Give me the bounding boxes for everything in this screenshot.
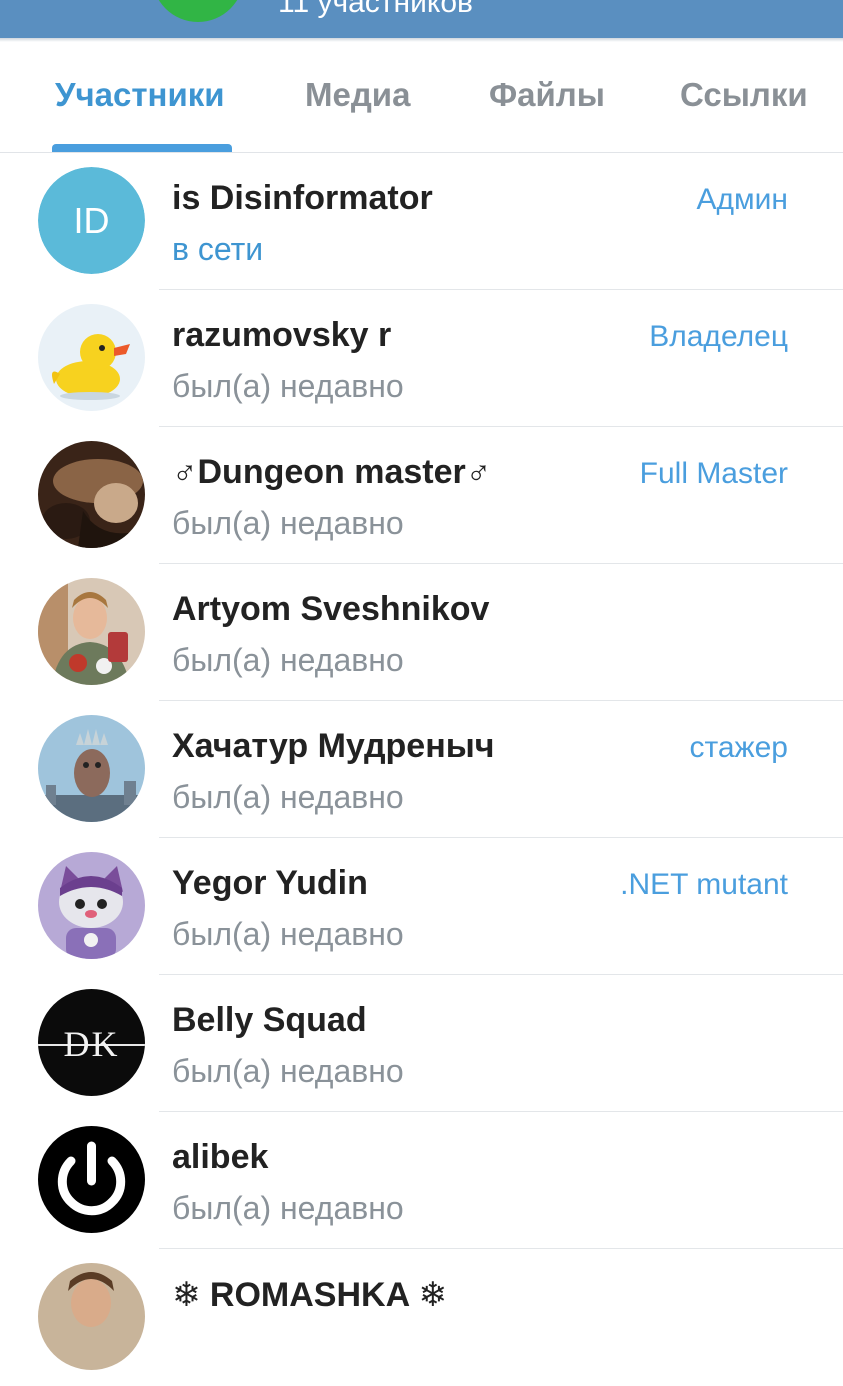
group-avatar[interactable] [152,0,244,22]
dk-logo-avatar: DK [38,989,145,1096]
member-status: был(а) недавно [172,642,404,678]
photo-avatar [38,715,145,822]
active-tab-indicator [52,144,232,152]
member-list: ID is Disinformator в сети Админ razumov… [0,153,843,1386]
avatar-initials: ID [38,167,145,274]
photo-avatar [38,578,145,685]
avatar[interactable] [38,304,145,411]
member-role: Владелец [649,320,788,353]
tab-members[interactable]: Участники [55,76,225,114]
member-name: ♂Dungeon master♂ [172,453,492,491]
member-role: стажер [689,731,788,764]
tab-links[interactable]: Ссылки [680,76,808,114]
avatar[interactable]: ID [38,167,145,274]
member-count: 11 участников [278,0,473,19]
member-status: был(а) недавно [172,368,404,404]
member-name: ❄ ROMASHKA ❄ [172,1276,447,1314]
member-status: был(а) недавно [172,916,404,952]
member-row[interactable]: alibek был(а) недавно [0,1112,843,1249]
member-name: is Disinformator [172,179,433,217]
rubber-duck-icon [38,304,145,411]
avatar[interactable] [38,441,145,548]
member-status: был(а) недавно [172,1053,404,1089]
photo-avatar [38,441,145,548]
member-name: Yegor Yudin [172,864,368,902]
chat-header[interactable]: 11 участников [0,0,843,38]
member-role: .NET mutant [620,868,788,901]
member-row[interactable]: Yegor Yudin был(а) недавно .NET mutant [0,838,843,975]
member-status: был(а) недавно [172,1190,404,1226]
member-row[interactable]: Artyom Sveshnikov был(а) недавно [0,564,843,701]
tab-bar: Участники Медиа Файлы Ссылки [0,42,843,153]
member-row[interactable]: razumovsky r был(а) недавно Владелец [0,290,843,427]
member-name: Хачатур Мудреныч [172,727,495,765]
member-status: был(а) недавно [172,779,404,815]
member-row[interactable]: ID is Disinformator в сети Админ [0,153,843,290]
tab-files[interactable]: Файлы [489,76,605,114]
member-status: был(а) недавно [172,505,404,541]
member-role: Админ [696,183,788,216]
photo-avatar [38,1263,145,1370]
avatar[interactable]: DK [38,989,145,1096]
avatar[interactable] [38,715,145,822]
dk-logo-text: DK [64,1024,120,1064]
tab-media[interactable]: Медиа [305,76,410,114]
member-status: в сети [172,231,264,267]
power-icon [38,1126,145,1233]
avatar[interactable] [38,852,145,959]
member-row[interactable]: Хачатур Мудреныч был(а) недавно стажер [0,701,843,838]
member-row[interactable]: ♂Dungeon master♂ был(а) недавно Full Mas… [0,427,843,564]
member-row[interactable]: ❄ ROMASHKA ❄ [0,1249,843,1386]
avatar[interactable] [38,578,145,685]
avatar[interactable] [38,1126,145,1233]
header-shadow [0,38,843,42]
member-role: Full Master [639,457,788,490]
member-name: alibek [172,1138,269,1176]
cat-avatar [38,852,145,959]
avatar[interactable] [38,1263,145,1370]
member-name: Belly Squad [172,1001,367,1039]
member-name: Artyom Sveshnikov [172,590,490,628]
member-name: razumovsky r [172,316,392,354]
member-row[interactable]: DK Belly Squad был(а) недавно [0,975,843,1112]
